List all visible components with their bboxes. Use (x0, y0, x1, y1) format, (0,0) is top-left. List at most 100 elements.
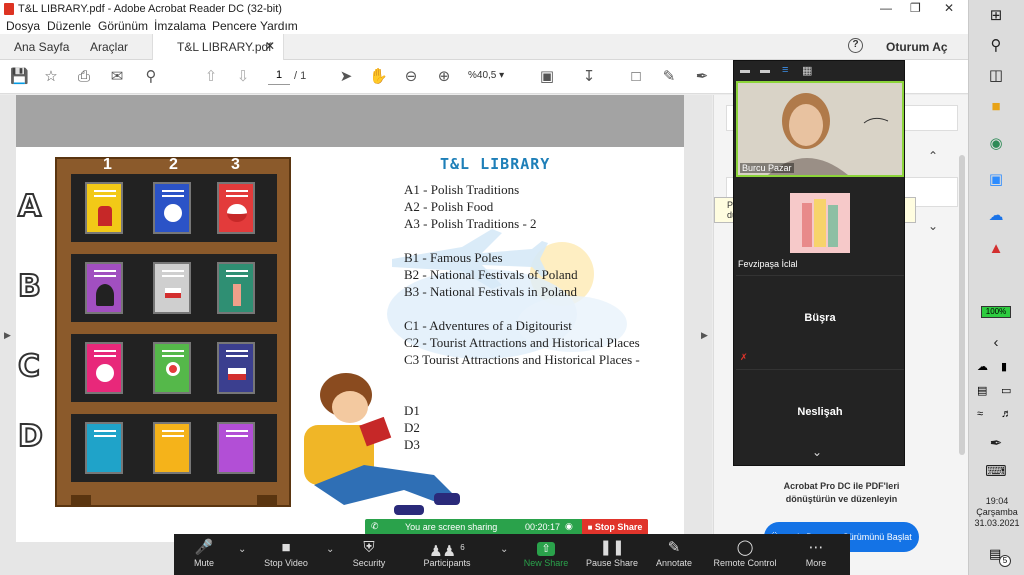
book-a2[interactable] (153, 182, 191, 234)
video-options-chevron-icon[interactable]: ⌄ (326, 544, 334, 555)
book-b3[interactable] (217, 262, 255, 314)
more-button[interactable]: ⋯ More (794, 538, 838, 568)
mute-button[interactable]: 🎤 Mute (182, 538, 226, 568)
minimize-icon[interactable]: — (880, 1, 892, 15)
print-icon[interactable]: ⎙ (75, 68, 93, 86)
participants-options-chevron-icon[interactable]: ⌄ (500, 544, 508, 555)
zoom-gallery-icon[interactable]: ▦ (802, 64, 812, 77)
item-a1[interactable]: A1 - Polish Traditions (404, 182, 519, 198)
menu-help[interactable]: Yardım (260, 19, 298, 33)
scroll-mode-icon[interactable]: ↧ (580, 68, 598, 86)
item-d2[interactable]: D2 (404, 420, 420, 436)
tab-document[interactable]: T&L LIBRARY.pdf ✕ (152, 34, 284, 60)
zoom-in-icon[interactable]: ⊕ (435, 68, 453, 86)
zoom-out-icon[interactable]: ⊖ (402, 68, 420, 86)
new-share-button[interactable]: ⇧ New Share (522, 538, 570, 568)
chrome-icon[interactable]: ◉ (985, 134, 1007, 154)
menu-file[interactable]: Dosya (6, 19, 40, 33)
help-icon[interactable]: ? (848, 38, 863, 53)
maximize-icon[interactable]: ❐ (910, 1, 921, 15)
zoom-minimize-icon[interactable]: ▬ (740, 65, 750, 76)
remote-control-button[interactable]: ◯ Remote Control (710, 538, 780, 568)
expand-chevron-icon[interactable]: ⌄ (928, 219, 938, 233)
participant-tile-neslisah[interactable]: Neslişah (736, 369, 904, 445)
page-down-icon[interactable]: ⇩ (234, 68, 252, 86)
menu-edit[interactable]: Düzenle (47, 19, 91, 33)
collapse-chevron-icon[interactable]: ⌃ (928, 149, 938, 163)
bookmark-star-icon[interactable]: ☆ (42, 68, 60, 86)
fit-page-icon[interactable]: ▣ (538, 68, 556, 86)
security-button[interactable]: ⛨ Security (346, 538, 392, 568)
tab-close-icon[interactable]: ✕ (265, 39, 275, 53)
volume-icon[interactable]: ♬ (1001, 408, 1012, 420)
stop-video-button[interactable]: ■ Stop Video (262, 538, 310, 568)
left-pane-toggle-icon[interactable]: ▶ (4, 330, 11, 341)
item-a3[interactable]: A3 - Polish Traditions - 2 (404, 216, 537, 232)
annotate-button[interactable]: ✎ Annotate (650, 538, 698, 568)
comment-icon[interactable]: □ (627, 68, 645, 86)
book-b2[interactable] (153, 262, 191, 314)
edge-icon[interactable]: ☁ (985, 206, 1007, 226)
item-c3[interactable]: C3 Tourist Attractions and Historical Pl… (404, 352, 640, 368)
book-c2[interactable] (153, 342, 191, 394)
item-c1[interactable]: C1 - Adventures of a Digitourist (404, 318, 572, 334)
save-icon[interactable]: 💾 (10, 68, 29, 86)
close-icon[interactable]: ✕ (944, 1, 954, 15)
book-d1[interactable] (85, 422, 123, 474)
book-a3[interactable] (217, 182, 255, 234)
participant-tile-iclal[interactable]: Fevzipaşa İclal (736, 181, 904, 273)
item-d1[interactable]: D1 (404, 403, 420, 419)
book-a1[interactable] (85, 182, 123, 234)
right-pane-toggle-icon[interactable]: ▶ (701, 330, 708, 341)
zoom-app-icon[interactable]: ▣ (985, 170, 1007, 190)
menu-window[interactable]: Pencere (212, 19, 257, 33)
onedrive-cloud-icon[interactable]: ☁ (977, 360, 988, 373)
book-c3[interactable] (217, 342, 255, 394)
tab-tools[interactable]: Araçlar (90, 40, 128, 54)
search-icon[interactable]: ⚲ (142, 68, 160, 86)
zoom-level-select[interactable]: %40,5 ▾ (468, 70, 524, 81)
search-icon[interactable]: ⚲ (985, 36, 1007, 56)
page-number-input[interactable]: 1 (268, 69, 290, 85)
network-icon[interactable]: ▤ (977, 384, 987, 397)
highlight-pen-icon[interactable]: ✎ (660, 68, 678, 86)
pen-workspace-icon[interactable]: ✒ (985, 434, 1007, 454)
menu-sign[interactable]: İmzalama (154, 19, 206, 33)
select-arrow-icon[interactable]: ➤ (337, 68, 355, 86)
wifi-icon[interactable]: ≈ (977, 408, 983, 420)
sign-pen-icon[interactable]: ✒ (693, 68, 711, 86)
pane-scrollbar[interactable] (959, 155, 965, 455)
item-b3[interactable]: B3 - National Festivals in Poland (404, 284, 577, 300)
acrobat-taskbar-icon[interactable]: ▲ (985, 240, 1007, 260)
zoom-view-strip-icon[interactable]: ≡ (782, 64, 788, 76)
stop-share-banner-button[interactable]: ■ Stop Share (582, 519, 648, 535)
file-explorer-icon[interactable]: ■ (985, 98, 1007, 118)
item-b1[interactable]: B1 - Famous Poles (404, 250, 503, 266)
pause-share-button[interactable]: ❚❚ Pause Share (584, 538, 640, 568)
book-b1[interactable] (85, 262, 123, 314)
book-c1[interactable] (85, 342, 123, 394)
page-up-icon[interactable]: ⇧ (202, 68, 220, 86)
item-a2[interactable]: A2 - Polish Food (404, 199, 493, 215)
hand-tool-icon[interactable]: ✋ (369, 68, 388, 86)
battery-indicator[interactable]: 100% (981, 306, 1011, 318)
book-d2[interactable] (153, 422, 191, 474)
tray-expand-chevron-icon[interactable]: ‹ (985, 334, 1007, 354)
item-d3[interactable]: D3 (404, 437, 420, 453)
system-clock[interactable]: 19:04 Çarşamba 31.03.2021 (969, 496, 1024, 529)
zoom-scroll-down-icon[interactable]: ⌄ (812, 445, 822, 459)
participant-tile-busra[interactable]: Büşra ✗ (736, 275, 904, 367)
battery-tray-icon[interactable]: ▭ (1001, 384, 1011, 397)
zoom-view-small-icon[interactable]: ▬ (760, 65, 770, 76)
mute-options-chevron-icon[interactable]: ⌄ (238, 544, 246, 555)
participants-button[interactable]: ♟♟ 6 Participants (418, 538, 476, 568)
email-icon[interactable]: ✉ (108, 68, 126, 86)
participant-tile-burcu[interactable]: Burcu Pazar (736, 81, 904, 177)
windows-start-icon[interactable]: ⊞ (985, 6, 1007, 26)
touch-keyboard-icon[interactable]: ⌨ (985, 462, 1007, 482)
book-d3[interactable] (217, 422, 255, 474)
menu-view[interactable]: Görünüm (98, 19, 148, 33)
tab-home[interactable]: Ana Sayfa (14, 40, 69, 54)
usb-device-icon[interactable]: ▮ (1001, 360, 1007, 373)
item-c2[interactable]: C2 - Tourist Attractions and Historical … (404, 335, 640, 351)
